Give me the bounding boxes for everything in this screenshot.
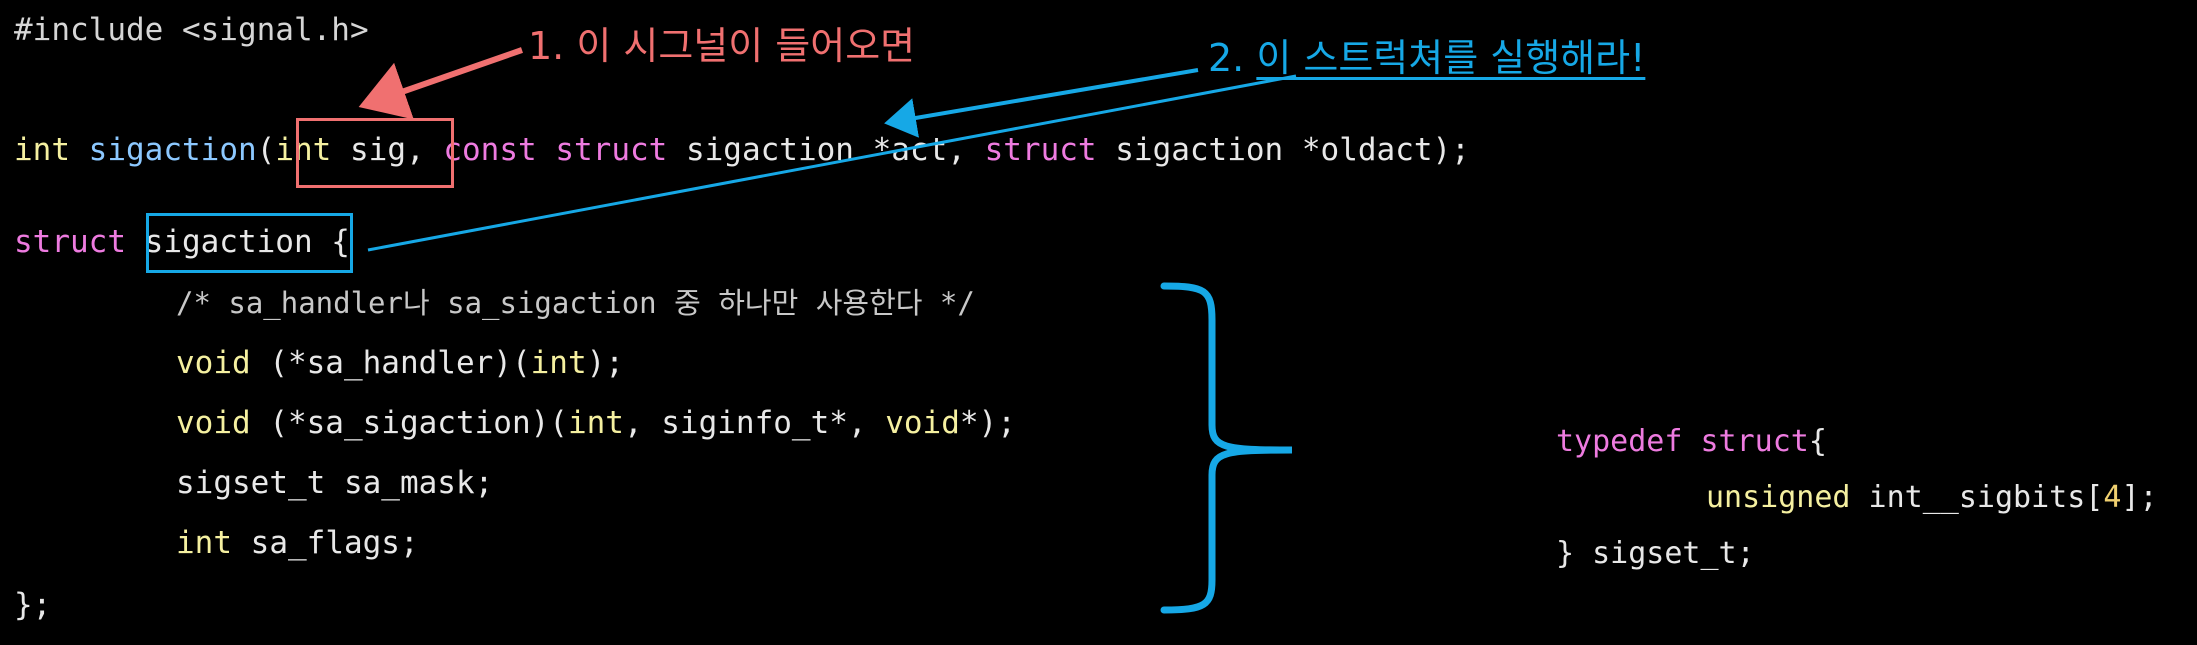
struct-comment: /* sa_handler나 sa_sigaction 중 하나만 사용한다 *… <box>176 286 975 320</box>
annotation-struct: 2. 이 스트럭쳐를 실행해라! <box>1208 34 1645 82</box>
param-act: sigaction *act, <box>667 132 985 168</box>
typedef-line-3: } sigset_t; <box>1556 536 1755 571</box>
annotation-struct-text: 이 스트럭쳐를 실행해라! <box>1256 36 1646 80</box>
unsigned-keyword: unsigned <box>1706 480 1851 515</box>
siginfo-text: , siginfo_t*, <box>623 405 886 441</box>
function-name: sigaction <box>88 132 257 168</box>
struct-keyword: struct <box>1682 424 1809 459</box>
int-keyword: int <box>530 345 587 381</box>
flags-text: sa_flags; <box>232 525 419 561</box>
brace-icon <box>1160 282 1293 614</box>
sa-handler-field: void (*sa_handler)(int); <box>176 343 624 383</box>
struct-keyword: struct <box>555 132 668 168</box>
sigbits-end: ]; <box>2121 480 2158 515</box>
sig-param-highlight-box <box>296 118 454 188</box>
handler-text: (*sa_handler)( <box>250 345 531 381</box>
typedef-line-2: unsigned int__sigbits[4]; <box>1706 478 2158 518</box>
typedef-brace: { <box>1808 424 1827 459</box>
blue-arrow-to-prototype <box>884 68 1199 138</box>
paren-open: ( <box>256 132 276 168</box>
typedef-keyword: typedef <box>1556 424 1683 459</box>
sigaction-text: (*sa_sigaction)( <box>250 405 568 441</box>
int-keyword: int <box>567 405 624 441</box>
sigbits-text: int__sigbits[ <box>1850 480 2104 515</box>
param-oldact: sigaction *oldact); <box>1096 132 1470 168</box>
sa-flags-field: int sa_flags; <box>176 523 419 563</box>
array-size: 4 <box>2103 480 2122 515</box>
annotation-signal: 1. 이 시그널이 들어오면 <box>528 24 916 68</box>
void-keyword: void <box>176 345 251 381</box>
int-keyword: int <box>176 525 232 561</box>
include-line: #include <signal.h> <box>14 12 369 48</box>
typedef-line-1: typedef struct{ <box>1556 422 1827 462</box>
sigaction-prototype: int sigaction(int sig, const struct siga… <box>14 130 1470 170</box>
annotation-struct-number: 2. <box>1208 36 1257 80</box>
void-keyword: void <box>885 405 960 441</box>
void-keyword: void <box>176 405 251 441</box>
red-arrow <box>358 47 523 120</box>
struct-close: }; <box>14 587 52 623</box>
struct-name-highlight-box <box>146 213 353 273</box>
sigaction-end: *); <box>959 405 1016 441</box>
sa-mask-field: sigset_t sa_mask; <box>176 465 494 501</box>
return-type: int <box>14 132 70 168</box>
struct-keyword: struct <box>14 224 126 260</box>
const-keyword: const <box>443 132 537 168</box>
handler-end: ); <box>586 345 624 381</box>
sa-sigaction-field: void (*sa_sigaction)(int, siginfo_t*, vo… <box>176 403 1016 443</box>
struct-keyword: struct <box>984 132 1097 168</box>
